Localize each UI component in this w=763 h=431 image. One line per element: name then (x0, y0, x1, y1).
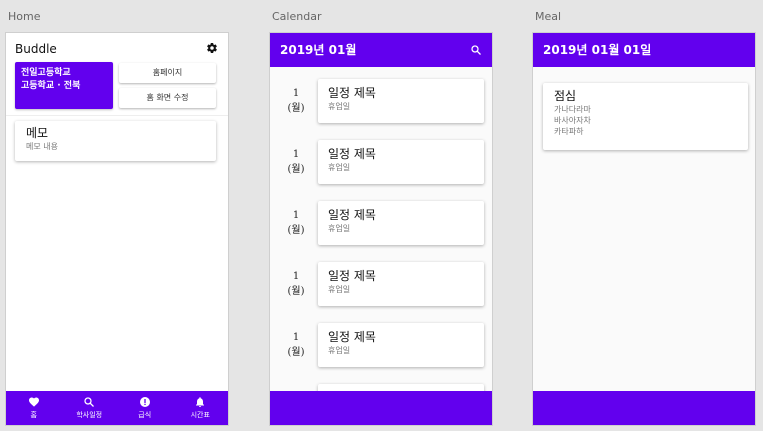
event-title: 일정 제목 (328, 269, 376, 283)
meal-card[interactable]: 점심 가나다라마 바사아자차 카타파하 (543, 83, 748, 150)
event-card[interactable]: 일정 제목휴업일 (318, 201, 484, 245)
event-card[interactable]: 일정 제목휴업일 (318, 79, 484, 123)
memo-card[interactable]: 메모 메모 내용 (15, 121, 216, 161)
nav-item-home[interactable]: 홈 (6, 391, 62, 425)
school-card[interactable]: 전일고등학교 고등학교 · 전북 (15, 62, 113, 109)
event-title: 일정 제목 (328, 330, 376, 344)
event-row: 1 (월) 일정 제목휴업일 (270, 262, 492, 306)
calendar-screen: 2019년 01월 1 (월) 일정 제목 휴업일 1 (월) 일정 제목 휴업일 1(… (269, 32, 493, 426)
event-weekday: (월) (287, 103, 305, 114)
event-weekday: (월) (287, 225, 305, 236)
frame-label-home: Home (8, 10, 41, 23)
event-day: 1 (292, 149, 300, 160)
nav-item-schedule[interactable]: 학사일정 (62, 391, 118, 425)
nav-label-meal: 급식 (138, 411, 152, 419)
search-icon (84, 397, 95, 407)
event-date: 1 (월) (280, 79, 312, 116)
event-row: 1 (월) 일정 제목휴업일 (270, 79, 492, 123)
homepage-button[interactable]: 홈페이지 (119, 63, 216, 83)
memo-body: 메모 내용 (26, 142, 58, 151)
memo-title: 메모 (26, 126, 49, 140)
bottom-navigation: 홈 학사일정 급식 시간표 (6, 391, 228, 425)
event-title: 일정 제목 (328, 147, 376, 161)
event-subtitle: 휴업일 (328, 102, 351, 111)
edit-home-button[interactable]: 홈 화면 수정 (119, 88, 216, 108)
frame-label-calendar: Calendar (272, 10, 322, 23)
event-subtitle: 휴업일 (328, 346, 351, 355)
gear-icon[interactable] (206, 42, 218, 54)
event-date: 1 (월) (280, 323, 312, 360)
meal-item: 바사아자차 (554, 116, 591, 125)
school-name: 전일고등학교 (21, 68, 71, 78)
event-row: 1 (월) 일정 제목휴업일 (270, 140, 492, 184)
event-date: 1 (월) (280, 201, 312, 238)
nav-label-home: 홈 (30, 411, 37, 419)
nav-item-timetable[interactable]: 시간표 (173, 391, 229, 425)
nav-label-timetable: 시간표 (190, 411, 210, 419)
event-weekday: (월) (287, 347, 305, 358)
bottom-bar (533, 391, 755, 425)
event-day: 1 (292, 332, 300, 343)
event-row: 1 (월) 일정 제목휴업일 (270, 323, 492, 367)
meal-item: 카타파하 (554, 127, 584, 136)
event-subtitle: 휴업일 (328, 224, 351, 233)
school-info: 고등학교 · 전북 (21, 81, 81, 91)
event-card[interactable]: 일정 제목휴업일 (318, 140, 484, 184)
calendar-title: 2019년 01월 (280, 43, 357, 57)
app-title: Buddle (15, 42, 57, 56)
calendar-app-bar: 2019년 01월 (270, 33, 492, 67)
event-subtitle: 휴업일 (328, 285, 351, 294)
event-weekday: (월) (287, 164, 305, 175)
nav-label-schedule: 학사일정 (76, 411, 103, 419)
heart-icon (28, 397, 39, 407)
event-date: 1 (월) (280, 262, 312, 299)
event-weekday: (월) (287, 286, 305, 297)
event-day: 1 (292, 210, 300, 221)
event-title: 일정 제목 (328, 86, 376, 100)
nav-item-meal[interactable]: 급식 (117, 391, 173, 425)
divider (6, 115, 228, 116)
event-row: 1 (월) 일정 제목휴업일 (270, 201, 492, 245)
event-card[interactable]: 일정 제목휴업일 (318, 262, 484, 306)
event-date: 1 (월) (280, 140, 312, 177)
event-card[interactable]: 일정 제목휴업일 (318, 323, 484, 367)
bell-icon (196, 397, 205, 407)
frame-label-meal: Meal (535, 10, 562, 23)
event-day: 1 (292, 271, 300, 282)
bottom-bar (270, 391, 492, 425)
event-day: 1 (292, 88, 300, 99)
home-screen: Buddle 전일고등학교 고등학교 · 전북 홈페이지 홈 화면 수정 메모 … (5, 32, 229, 426)
meal-screen: 2019년 01월 01일 점심 가나다라마 바사아자차 카타파하 (532, 32, 756, 426)
meal-name: 점심 (554, 89, 577, 103)
meal-app-bar: 2019년 01월 01일 (533, 33, 755, 67)
meal-date-title: 2019년 01월 01일 (543, 43, 652, 57)
event-subtitle: 휴업일 (328, 163, 351, 172)
search-icon[interactable] (470, 44, 482, 56)
alert-icon (139, 397, 150, 407)
event-title: 일정 제목 (328, 208, 376, 222)
meal-item: 가나다라마 (554, 105, 591, 114)
